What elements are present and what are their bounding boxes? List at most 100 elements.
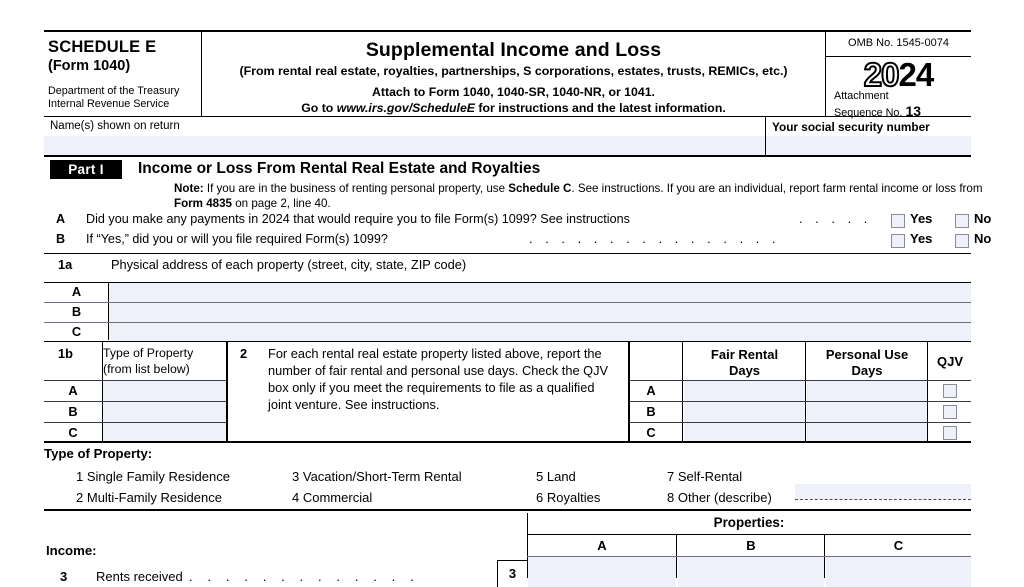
legend-item-4-number: 4: [292, 490, 300, 505]
legend-item-8-label: Other (describe): [677, 490, 772, 505]
days-row-a-fair-rental-input[interactable]: [684, 381, 805, 401]
properties-income-section: Properties: A B C Income: 3 Rents receiv…: [44, 509, 971, 587]
personal-use-days-header-line2: Days: [851, 362, 883, 378]
part-1-title: Income or Loss From Rental Real Estate a…: [138, 160, 541, 177]
omb-number: OMB No. 1545-0074: [848, 37, 949, 49]
note-schedule-c-ref: Schedule C: [508, 182, 572, 195]
type-row-a-input[interactable]: [103, 381, 226, 401]
tax-year-solid: 24: [898, 56, 935, 93]
days-row-a-qjv-checkbox[interactable]: [943, 384, 957, 398]
type-of-property-header-line1: Type of Property: [103, 346, 194, 360]
address-row-c-input[interactable]: [109, 323, 971, 342]
type-row-b-input[interactable]: [103, 402, 226, 422]
legend-item-6: 6 Royalties: [536, 490, 600, 505]
tax-year-hollow: 20: [863, 56, 901, 93]
address-row-c-letter: C: [71, 324, 82, 339]
days-row-c-qjv-checkbox[interactable]: [943, 426, 957, 440]
line-3-value-a-input[interactable]: [528, 557, 676, 587]
note-text-1: If you are in the business of renting pe…: [203, 182, 509, 195]
schedule-name: SCHEDULE E: [48, 38, 157, 56]
form-subtitle: (From rental real estate, royalties, par…: [239, 64, 788, 78]
type-row-c-letter: C: [68, 425, 78, 440]
legend-item-1-number: 1: [76, 469, 84, 484]
days-row-b-qjv-checkbox[interactable]: [943, 405, 957, 419]
ssn-field-label: Your social security number: [772, 120, 930, 134]
goto-prefix: Go to: [301, 101, 337, 115]
line-1b-number: 1b: [58, 346, 73, 361]
line-3-value-c-input[interactable]: [826, 557, 971, 587]
question-a-text: Did you make any payments in 2024 that w…: [86, 212, 630, 226]
goto-instruction: Go to www.irs.gov/ScheduleE for instruct…: [202, 101, 825, 115]
legend-item-3-label: Vacation/Short-Term Rental: [302, 469, 462, 484]
fair-rental-days-header-line2: Days: [728, 362, 761, 378]
days-row-a-letter: A: [646, 383, 656, 398]
question-b-letter: B: [56, 232, 66, 246]
legend-item-2-label: Multi-Family Residence: [86, 490, 222, 505]
line-1b-outer-divider: [226, 342, 228, 442]
legend-item-8-number: 8: [667, 490, 675, 505]
type-of-property-header-line2: (from list below): [103, 361, 190, 376]
legend-item-1: 1 Single Family Residence: [76, 469, 230, 484]
address-row-b-input[interactable]: [109, 303, 971, 322]
legend-item-3: 3 Vacation/Short-Term Rental: [292, 469, 462, 484]
legend-item-6-number: 6: [536, 490, 544, 505]
note-label: Note:: [174, 182, 204, 195]
question-row-a: A Did you make any payments in 2024 that…: [44, 211, 991, 233]
legend-item-6-label: Royalties: [546, 490, 601, 505]
days-row-c-personal-use-input[interactable]: [807, 423, 927, 443]
address-row-b: B: [44, 303, 971, 322]
days-row-b-letter: B: [646, 404, 656, 419]
note-text-3: on page 2, line 40.: [232, 197, 331, 211]
properties-column-b-header: B: [746, 538, 756, 553]
type-row-a-letter: A: [68, 383, 78, 398]
personal-use-days-header-line1: Personal Use: [825, 347, 909, 362]
other-property-description-input[interactable]: [795, 484, 971, 499]
question-b-no-checkbox[interactable]: [955, 234, 969, 248]
question-b-leader: . . . . . . . . . . . . . . . .: [529, 232, 781, 246]
part-1-note: Note: If you are in the business of rent…: [174, 181, 1004, 212]
personal-use-days-header: Personal Use Days: [807, 342, 927, 380]
fair-rental-days-header: Fair Rental Days: [684, 342, 805, 380]
legend-item-7: 7 Self-Rental: [667, 469, 742, 484]
legend-item-8: 8 Other (describe): [667, 490, 772, 505]
question-b-text: If “Yes,” did you or will you file requi…: [86, 232, 388, 246]
line-2-number: 2: [240, 346, 248, 361]
type-row-c-input[interactable]: [103, 423, 226, 443]
line-2-instructions: For each rental real estate property lis…: [268, 346, 609, 412]
address-row-a-letter: A: [71, 284, 82, 299]
attachment-label: Attachment: [834, 90, 889, 102]
address-row-a-input[interactable]: [109, 283, 971, 302]
fair-rental-days-header-line1: Fair Rental: [710, 347, 779, 362]
legend-item-1-label: Single Family Residence: [86, 469, 230, 484]
legend-item-7-label: Self-Rental: [677, 469, 743, 484]
question-a-no-checkbox[interactable]: [955, 214, 969, 228]
ssn-input[interactable]: [766, 136, 971, 156]
legend-heading: Type of Property:: [44, 446, 153, 461]
legend-item-3-number: 3: [292, 469, 300, 484]
days-row-b-personal-use-input[interactable]: [807, 402, 927, 422]
goto-suffix: for instructions and the latest informat…: [475, 101, 726, 115]
legend-item-5: 5 Land: [536, 469, 576, 484]
line-3-value-b-input[interactable]: [678, 557, 824, 587]
question-a-yes-label: Yes: [910, 211, 933, 226]
legend-item-5-number: 5: [536, 469, 544, 484]
question-b-no-label: No: [974, 231, 992, 246]
properties-column-a-header: A: [597, 538, 607, 553]
days-row-c-fair-rental-input[interactable]: [684, 423, 805, 443]
form-title: Supplemental Income and Loss: [365, 39, 662, 61]
question-a-yes-checkbox[interactable]: [891, 214, 905, 228]
line-3-number: 3: [60, 569, 68, 584]
address-row-c: C: [44, 323, 971, 342]
days-row-a-personal-use-input[interactable]: [807, 381, 927, 401]
question-row-b: B If “Yes,” did you or will you file req…: [44, 231, 991, 253]
legend-item-2-number: 2: [76, 490, 84, 505]
question-a-letter: A: [56, 212, 66, 226]
question-b-yes-checkbox[interactable]: [891, 234, 905, 248]
legend-item-5-label: Land: [546, 469, 576, 484]
type-row-b-letter: B: [68, 404, 78, 419]
properties-title: Properties:: [713, 515, 785, 530]
line-1b-section: 1b Type of Property (from list below) A …: [44, 341, 971, 443]
line-3-box-number: 3: [497, 560, 527, 587]
name-input[interactable]: [44, 136, 765, 156]
days-row-b-fair-rental-input[interactable]: [684, 402, 805, 422]
